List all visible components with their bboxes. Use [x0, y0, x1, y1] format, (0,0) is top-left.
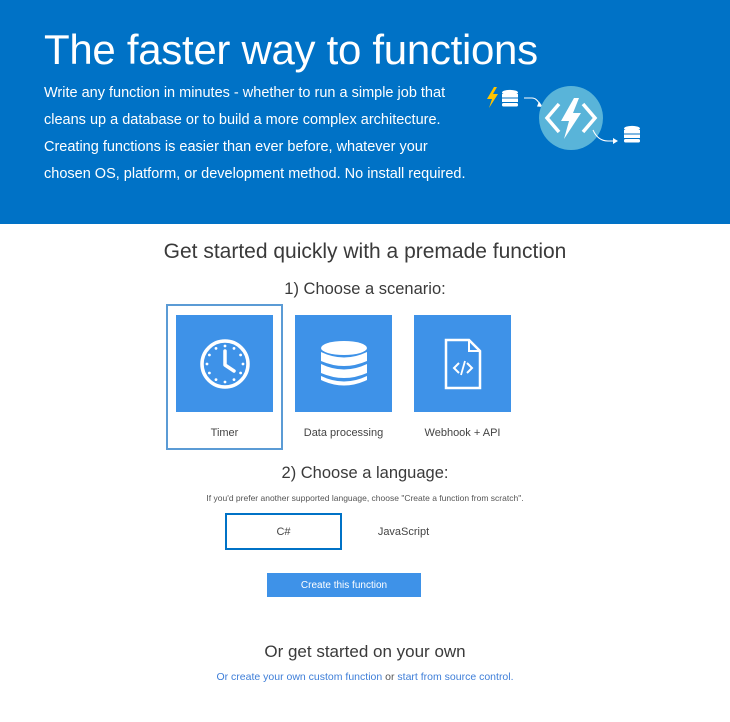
language-option-csharp[interactable]: C# [225, 513, 342, 550]
lightning-small-icon [487, 87, 498, 108]
source-control-link[interactable]: start from source control [397, 671, 510, 683]
scenario-label: Timer [210, 427, 239, 439]
scenario-heading: 1) Choose a scenario: [284, 280, 446, 298]
hero-description-line: Creating functions is easier than ever b… [44, 139, 428, 155]
scenario-tile [176, 315, 273, 412]
functions-illustration [487, 86, 640, 150]
create-function-button[interactable]: Create this function [267, 573, 421, 597]
scenario-label: Webhook + API [424, 427, 501, 439]
scenario-tile [414, 315, 511, 412]
hero-description-line: cleans up a database or to build a more … [44, 112, 441, 128]
period-text: . [510, 671, 514, 683]
language-hint: If you'd prefer another supported langua… [206, 493, 524, 503]
scenario-data-processing[interactable]: Data processing [285, 304, 402, 450]
clock-icon [199, 338, 250, 389]
scenario-label: Data processing [303, 427, 384, 439]
database-small-icon [502, 89, 518, 107]
function-app-icon [539, 86, 603, 150]
quickstart-heading: Get started quickly with a premade funct… [163, 240, 567, 263]
custom-function-link[interactable]: create your own custom function [231, 671, 382, 683]
database-icon [320, 340, 367, 385]
hero-title: The faster way to functions [44, 26, 538, 73]
scenario-webhook-api[interactable]: Webhook + API [404, 304, 521, 450]
hero-description-line: chosen OS, platform, or development meth… [44, 166, 466, 182]
scenario-tile [295, 315, 392, 412]
language-option-javascript[interactable]: JavaScript [345, 513, 462, 550]
or-text: or [385, 671, 395, 683]
code-document-icon [444, 338, 481, 389]
hero-description-line: Write any function in minutes - whether … [44, 85, 446, 101]
hero-banner: The faster way to functions Write any fu… [0, 0, 730, 224]
hero-description: Write any function in minutes - whether … [44, 80, 474, 188]
language-heading: 2) Choose a language: [281, 464, 449, 482]
database-small-icon-2 [624, 125, 640, 143]
scenario-timer[interactable]: Timer [166, 304, 283, 450]
arrow-in-icon [524, 97, 543, 107]
own-heading: Or get started on your own [264, 642, 466, 661]
own-links-line: Or create your own custom function or st… [0, 671, 730, 683]
or-prefix-text: Or [216, 671, 229, 683]
